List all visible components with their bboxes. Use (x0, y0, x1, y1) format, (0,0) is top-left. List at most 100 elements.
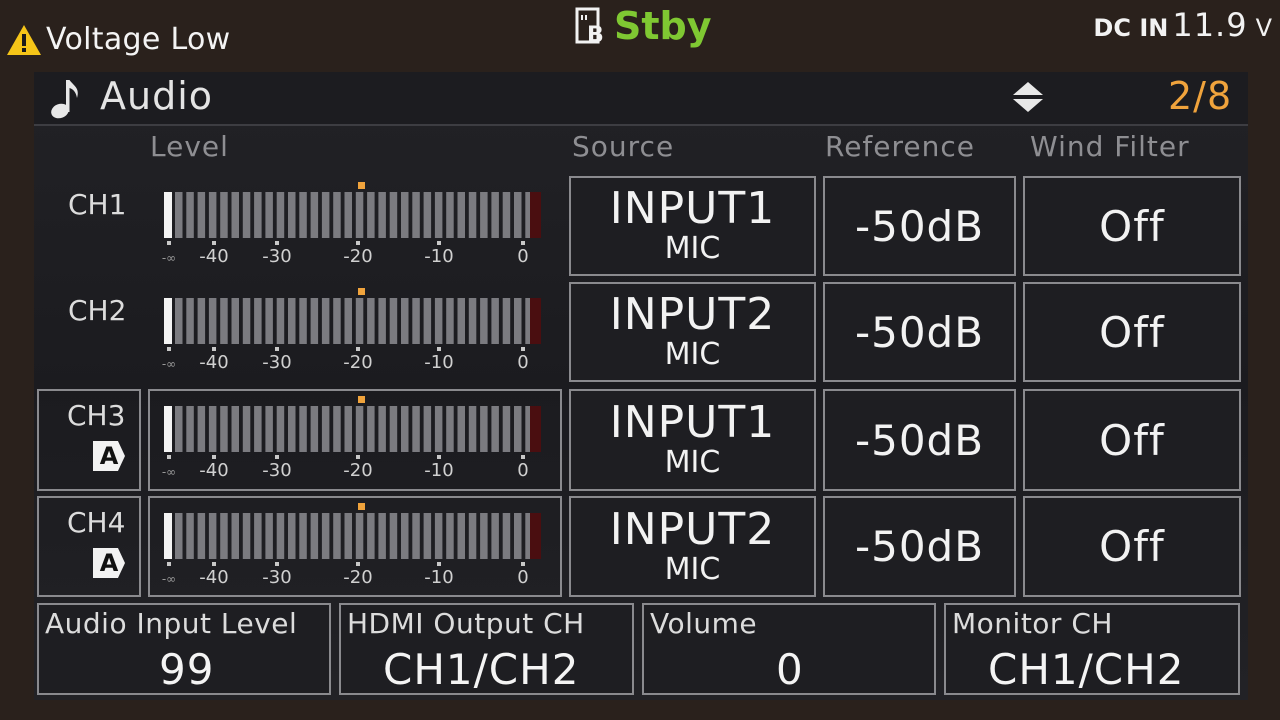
meter-segment (321, 298, 330, 344)
meter-tick (437, 241, 441, 245)
wind-filter-ch4[interactable]: Off (1023, 496, 1241, 597)
meter-segment (265, 192, 273, 238)
meter-segment (265, 406, 273, 452)
meter-scale-label: -30 (262, 460, 291, 478)
wind-filter-value: Off (1099, 522, 1165, 571)
meter-segment (502, 192, 511, 238)
meter-segment (197, 513, 206, 559)
meter-segment (457, 406, 465, 452)
meter-segment (423, 192, 432, 238)
meter-tick (356, 455, 360, 459)
meter-segment (434, 513, 443, 559)
column-header-wind-filter: Wind Filter (1030, 130, 1190, 163)
meter-scale-label: 0 (517, 567, 528, 585)
reference-value: -50dB (854, 201, 985, 251)
level-box-ch4[interactable]: -∞ -40 -30 -20 -10 0 (148, 496, 562, 597)
monitor-ch-box[interactable]: Monitor CH CH1/CH2 (944, 603, 1240, 695)
meter-segment (333, 513, 341, 559)
meter-tick (167, 562, 171, 566)
meter-segment (412, 406, 420, 452)
audio-input-level-box[interactable]: Audio Input Level 99 (37, 603, 331, 695)
meter-segment (254, 192, 262, 238)
source-ch3[interactable]: INPUT1 MIC (569, 389, 816, 491)
meter-segment (299, 192, 307, 238)
meter-segment (446, 513, 454, 559)
wind-filter-value: Off (1099, 415, 1165, 465)
meter-segment (389, 192, 398, 238)
reference-value: -50dB (854, 307, 985, 357)
level-meter-ch2: -∞ -40 -30 -20 -10 0 (162, 288, 541, 370)
source-type: MIC (664, 445, 721, 480)
auto-level-badge: A (93, 441, 125, 471)
wind-filter-ch2[interactable]: Off (1023, 282, 1241, 382)
meter-segment (378, 406, 386, 452)
meter-segment (333, 406, 341, 452)
meter-segment (378, 192, 386, 238)
meter-scale-label: -40 (199, 460, 228, 478)
meter-segment (242, 513, 251, 559)
channel-box-ch4[interactable]: CH4 A (37, 496, 141, 597)
meter-tick (521, 241, 525, 245)
meter-segment (186, 406, 194, 452)
level-box-ch3[interactable]: -∞ -40 -30 -20 -10 0 (148, 389, 562, 491)
wind-filter-ch1[interactable]: Off (1023, 176, 1241, 276)
source-type: MIC (664, 231, 721, 266)
volume-box[interactable]: Volume 0 (642, 603, 936, 695)
meter-tick (167, 241, 171, 245)
meter-segment (367, 192, 375, 238)
reference-ch2[interactable]: -50dB (823, 282, 1016, 382)
audio-input-level-value: 99 (159, 645, 215, 694)
source-ch1[interactable]: INPUT1 MIC (569, 176, 816, 276)
source-ch2[interactable]: INPUT2 MIC (569, 282, 816, 382)
meter-scale-label: 0 (517, 460, 528, 478)
meter-scale-label: -∞ (162, 572, 176, 585)
meter-segment (344, 406, 352, 452)
meter-scale-label: -40 (199, 567, 228, 585)
meter-scale-label: -30 (262, 246, 291, 264)
meter-scale-label: -30 (262, 352, 291, 370)
wind-filter-ch3[interactable]: Off (1023, 389, 1241, 491)
meter-scale-label: -20 (343, 352, 372, 370)
reference-ch3[interactable]: -50dB (823, 389, 1016, 491)
reference-ch1[interactable]: -50dB (823, 176, 1016, 276)
channel-box-ch3[interactable]: CH3 A (37, 389, 141, 491)
meter-segment (186, 192, 194, 238)
meter-segment (310, 192, 319, 238)
meter-segment (288, 192, 296, 238)
meter-segment (344, 513, 352, 559)
warning-icon (7, 24, 41, 55)
up-down-arrows-icon[interactable] (1012, 80, 1044, 114)
meter-segment (401, 406, 409, 452)
meter-segment (276, 513, 285, 559)
meter-segment (514, 192, 522, 238)
meter-tick (356, 562, 360, 566)
meter-segment (231, 513, 239, 559)
meter-segment (401, 192, 409, 238)
meter-segment (276, 192, 285, 238)
meter-segment (457, 192, 465, 238)
meter-scale-label: -∞ (162, 357, 176, 370)
meter-segment (389, 513, 398, 559)
source-input: INPUT1 (609, 397, 776, 448)
standby-text: Stby (614, 4, 712, 48)
source-ch4[interactable]: INPUT2 MIC (569, 496, 816, 597)
hdmi-output-ch-box[interactable]: HDMI Output CH CH1/CH2 (339, 603, 634, 695)
wind-filter-value: Off (1099, 201, 1165, 251)
power-value: 11.9 (1172, 6, 1248, 44)
meter-tick (167, 347, 171, 351)
meter-tick (212, 241, 216, 245)
meter-segment (468, 406, 477, 452)
meter-segment (231, 192, 239, 238)
meter-segment (310, 513, 319, 559)
meter-segment (197, 298, 206, 344)
reference-marker (358, 396, 365, 403)
meter-segment (288, 298, 296, 344)
meter-segment (423, 298, 432, 344)
reference-marker (358, 288, 365, 295)
meter-segment (378, 298, 386, 344)
source-type: MIC (664, 551, 721, 587)
meter-scale-label: -10 (424, 352, 453, 370)
meter-segment (175, 192, 183, 238)
meter-segment (288, 513, 296, 559)
reference-ch4[interactable]: -50dB (823, 496, 1016, 597)
